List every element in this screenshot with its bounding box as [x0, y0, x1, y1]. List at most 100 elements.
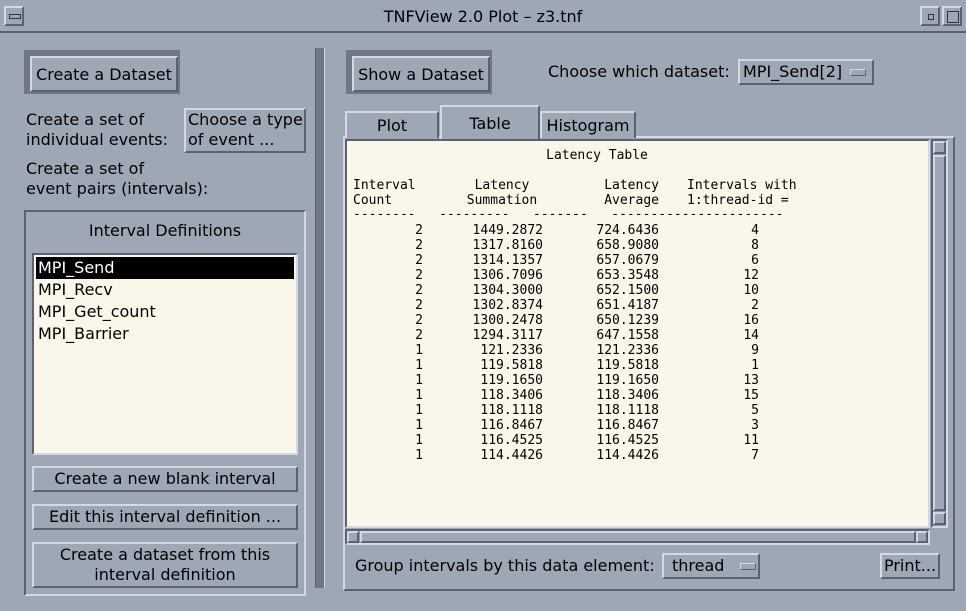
table-row: 1 116.8467 116.8467 3	[347, 418, 907, 433]
table-cell: 1	[415, 388, 423, 403]
interval-list[interactable]: MPI_Send MPI_Recv MPI_Get_count MPI_Barr…	[32, 253, 298, 455]
table-row: 1 118.1118 118.1118 5	[347, 403, 907, 418]
table-cell: 653.3548	[596, 268, 659, 283]
table-cell: 2	[415, 328, 423, 343]
scroll-left-button[interactable]	[347, 531, 359, 543]
table-cell: 2	[415, 223, 423, 238]
table-cell: 1300.2478	[472, 313, 543, 328]
table-cell: 119.5818	[596, 358, 659, 373]
table-cell: 2	[415, 313, 423, 328]
group-by-option-menu[interactable]: thread	[662, 553, 760, 579]
table-cell: 119.1650	[596, 373, 659, 388]
table-row: 2 1306.7096 653.3548 12	[347, 268, 907, 283]
window-menu-button[interactable]	[4, 6, 24, 26]
group-by-value: thread	[672, 556, 725, 575]
tab-plot[interactable]: Plot	[345, 111, 439, 138]
table-cell: 4	[751, 223, 759, 238]
dataset-value: MPI_Send[2]	[743, 62, 843, 81]
table-cell: 1	[415, 448, 423, 463]
table-row: 1 114.4426 114.4426 7	[347, 448, 907, 463]
list-item[interactable]: MPI_Get_count	[36, 301, 294, 323]
table-cell: 2	[415, 238, 423, 253]
vertical-scrollbar[interactable]	[931, 139, 948, 528]
col-header-line: Average	[604, 193, 659, 208]
table-row: 1 121.2336 121.2336 9	[347, 343, 907, 358]
col-header-intervals: Intervals with 1:thread-id =	[687, 178, 887, 208]
table-row: 2 1300.2478 650.1239 16	[347, 313, 907, 328]
scroll-down-button[interactable]	[933, 512, 946, 525]
table-cell: 647.1558	[596, 328, 659, 343]
table-row: 2 1317.8160 658.9080 8	[347, 238, 907, 253]
table-cell: 652.1500	[596, 283, 659, 298]
table-cell: 114.4426	[480, 448, 543, 463]
list-item[interactable]: MPI_Barrier	[36, 323, 294, 345]
table-cell: 9	[751, 343, 759, 358]
maximize-button[interactable]	[942, 6, 962, 26]
tab-histogram[interactable]: Histogram	[540, 111, 636, 138]
table-cell: 7	[751, 448, 759, 463]
table-cell: 1449.2872	[472, 223, 543, 238]
scroll-right-button[interactable]	[916, 531, 928, 543]
table-cell: 3	[751, 418, 759, 433]
table-cell: 651.4187	[596, 298, 659, 313]
dataset-option-menu[interactable]: MPI_Send[2]	[738, 59, 874, 85]
table-cell: 1	[415, 373, 423, 388]
tab-table[interactable]: Table	[440, 105, 540, 139]
table-cell: 14	[743, 328, 759, 343]
print-button[interactable]: Print...	[880, 553, 940, 579]
show-dataset-frame: Show a Dataset	[346, 50, 492, 94]
table-cell: 118.1118	[480, 403, 543, 418]
table-cell: 10	[743, 283, 759, 298]
table-row: 1 116.4525 116.4525 11	[347, 433, 907, 448]
create-dataset-button[interactable]: Create a Dataset	[30, 56, 178, 92]
table-cell: 1	[751, 358, 759, 373]
table-row: 2 1449.2872 724.6436 4	[347, 223, 907, 238]
create-blank-interval-button[interactable]: Create a new blank interval	[32, 466, 298, 492]
table-cell: 116.8467	[596, 418, 659, 433]
vertical-scroll-thumb[interactable]	[933, 155, 946, 511]
edit-interval-button[interactable]: Edit this interval definition ...	[32, 504, 298, 530]
choose-event-type-button[interactable]: Choose a type of event ...	[184, 108, 306, 153]
table-cell: 118.3406	[596, 388, 659, 403]
panel-divider[interactable]	[315, 48, 325, 588]
group-by-label: Group intervals by this data element:	[355, 556, 655, 575]
window-menu-icon	[9, 14, 21, 19]
list-item[interactable]: MPI_Send	[36, 257, 294, 279]
table-cell: 1	[415, 343, 423, 358]
table-cell: 2	[415, 253, 423, 268]
col-header-line: Intervals with	[687, 178, 797, 193]
table-cell: 15	[743, 388, 759, 403]
table-cell: 1306.7096	[472, 268, 543, 283]
option-menu-icon	[740, 562, 757, 570]
table-cell: 2	[415, 268, 423, 283]
horizontal-scroll-thumb[interactable]	[360, 531, 916, 543]
choose-dataset-label: Choose which dataset:	[548, 62, 730, 81]
latency-table-view[interactable]: Latency Table Interval Count Latency Sum…	[345, 139, 930, 528]
col-header-line: Interval	[353, 178, 416, 193]
table-cell: 121.2336	[596, 343, 659, 358]
interval-definitions-title: Interval Definitions	[88, 221, 242, 240]
scroll-up-button[interactable]	[933, 141, 946, 154]
table-row: 2 1304.3000 652.1500 10	[347, 283, 907, 298]
col-header-line: Latency	[474, 178, 530, 193]
table-row: 1 119.5818 119.5818 1	[347, 358, 907, 373]
show-dataset-button[interactable]: Show a Dataset	[352, 56, 490, 92]
title-bar[interactable]: TNFView 2.0 Plot – z3.tnf	[0, 0, 966, 33]
table-cell: 116.8467	[480, 418, 543, 433]
table-row: 2 1294.3117 647.1558 14	[347, 328, 907, 343]
table-cell: 16	[743, 313, 759, 328]
create-pairs-label: Create a set of event pairs (intervals):	[26, 159, 209, 198]
create-dataset-frame: Create a Dataset	[24, 50, 180, 94]
list-item[interactable]: MPI_Recv	[36, 279, 294, 301]
col-header-line: 1:thread-id =	[687, 193, 789, 208]
table-cell: 1304.3000	[472, 283, 543, 298]
table-cell: 11	[743, 433, 759, 448]
horizontal-scrollbar[interactable]	[345, 529, 930, 545]
minimize-icon	[928, 14, 934, 20]
table-cell: 1	[415, 358, 423, 373]
minimize-button[interactable]	[920, 6, 940, 26]
create-dataset-from-def-button[interactable]: Create a dataset from this interval defi…	[32, 542, 298, 588]
table-cell: 119.5818	[480, 358, 543, 373]
maximize-icon	[947, 11, 959, 23]
table-cell: 6	[751, 253, 759, 268]
